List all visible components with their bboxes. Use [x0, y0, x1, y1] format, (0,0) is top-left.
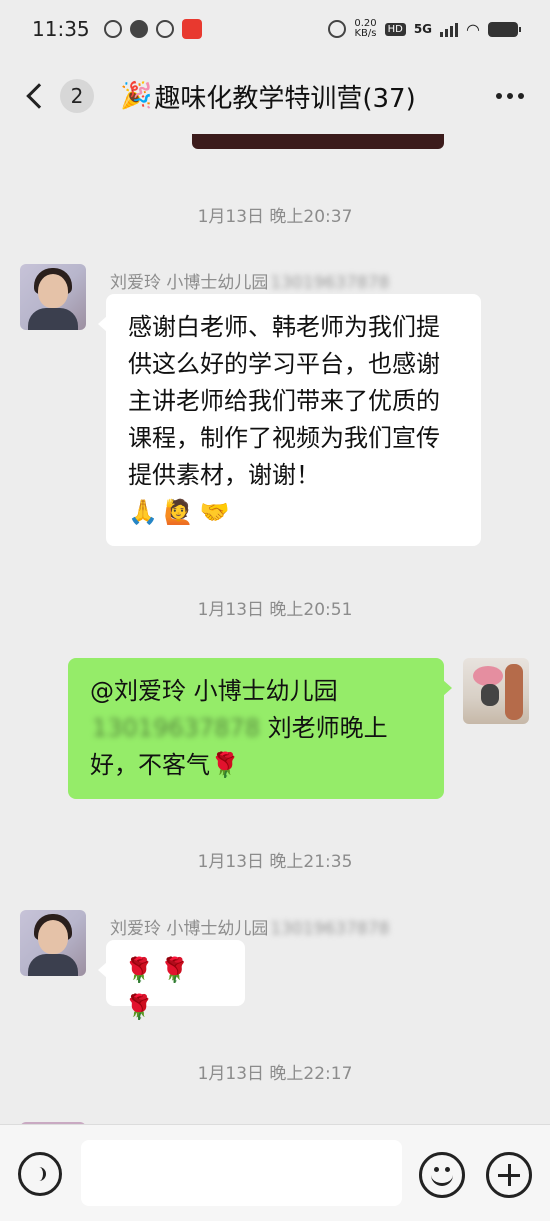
network-speed: 0.20 KB/s — [354, 19, 376, 39]
message-input[interactable] — [81, 1140, 402, 1206]
chat-header: 2 🎉 趣味化教学特训营(37) — [0, 58, 550, 134]
timestamp: 1月13日 晚上22:17 — [197, 1064, 353, 1084]
message-bubble[interactable]: 感谢白老师、韩老师为我们提供这么好的学习平台，也感谢主讲老师给我们带来了优质的课… — [98, 294, 481, 546]
app-icon — [181, 19, 202, 39]
alarm-icon — [328, 20, 347, 38]
party-popper-icon: 🎉 — [120, 81, 153, 111]
message-emojis: 🙏🙋🤝 — [128, 498, 236, 526]
chat-screen: 11:35 0.20 KB/s HD 5G ◠ 2 🎉 趣味化教学特训营(37)… — [0, 0, 550, 1221]
unread-count-badge[interactable]: 2 — [60, 79, 94, 113]
rose-icon: 🌹 — [210, 751, 240, 779]
status-time: 11:35 — [32, 17, 90, 41]
back-button[interactable] — [20, 76, 52, 116]
sender-phone-blurred: 13019637878 — [270, 919, 390, 939]
wifi-icon: ◠ — [466, 19, 480, 39]
more-functions-button[interactable] — [486, 1152, 532, 1198]
chat-title-text: 趣味化教学特训营(37) — [154, 83, 416, 114]
chat-bubble-icon — [129, 20, 148, 38]
dot-icon — [518, 93, 524, 99]
rose-emojis: 🌹🌹🌹 — [124, 956, 196, 1021]
network-type: 5G — [413, 22, 433, 36]
sender-name-text: 刘爱玲 小博士幼儿园 — [110, 919, 269, 939]
image-message-partial[interactable] — [192, 134, 444, 149]
mention-phone-blurred: 13019637878 — [92, 714, 260, 742]
avatar[interactable] — [20, 264, 86, 330]
sender-name-text: 刘爱玲 小博士幼儿园 — [110, 273, 269, 293]
message-text: 感谢白老师、韩老师为我们提供这么好的学习平台，也感谢主讲老师给我们带来了优质的课… — [128, 313, 440, 489]
sender-name: 刘爱玲 小博士幼儿园 13019637878 — [110, 268, 389, 293]
timestamp: 1月13日 晚上20:51 — [197, 600, 353, 620]
message-bubble-self[interactable]: @刘爱玲 小博士幼儿园 13019637878 刘老师晚上好，不客气🌹 — [68, 658, 452, 799]
leaf-icon — [155, 20, 174, 38]
hd-badge: HD — [384, 22, 406, 36]
signal-icon — [440, 21, 459, 37]
sender-name: 刘爱玲 小博士幼儿园 13019637878 — [110, 914, 389, 939]
avatar[interactable] — [20, 910, 86, 976]
self-avatar[interactable] — [463, 658, 529, 724]
sender-phone-blurred: 13019637878 — [270, 273, 390, 293]
message-list[interactable]: 1月13日 晚上20:37 刘爱玲 小博士幼儿园 13019637878 感谢白老… — [0, 134, 550, 1124]
voice-input-button[interactable] — [18, 1152, 62, 1196]
mention-text[interactable]: @刘爱玲 小博士幼儿园 — [90, 677, 338, 705]
status-bar: 11:35 0.20 KB/s HD 5G ◠ — [0, 0, 550, 58]
voice-icon — [32, 1167, 46, 1181]
status-left: 11:35 — [32, 17, 202, 41]
status-right: 0.20 KB/s HD 5G ◠ — [328, 19, 521, 39]
chat-title: 🎉 趣味化教学特训营(37) — [120, 78, 416, 115]
timestamp: 1月13日 晚上20:37 — [197, 207, 353, 227]
input-bar — [0, 1124, 550, 1221]
chevron-left-icon — [26, 83, 52, 109]
battery-icon — [488, 21, 521, 37]
more-options-button[interactable] — [490, 83, 530, 109]
timestamp: 1月13日 晚上21:35 — [197, 852, 353, 872]
dot-icon — [507, 93, 513, 99]
dot-icon — [496, 93, 502, 99]
emoji-button[interactable] — [419, 1152, 465, 1198]
message-bubble[interactable]: 🌹🌹🌹 — [98, 940, 245, 1021]
network-speed-unit: KB/s — [354, 28, 377, 39]
k-circle-icon — [103, 20, 122, 38]
